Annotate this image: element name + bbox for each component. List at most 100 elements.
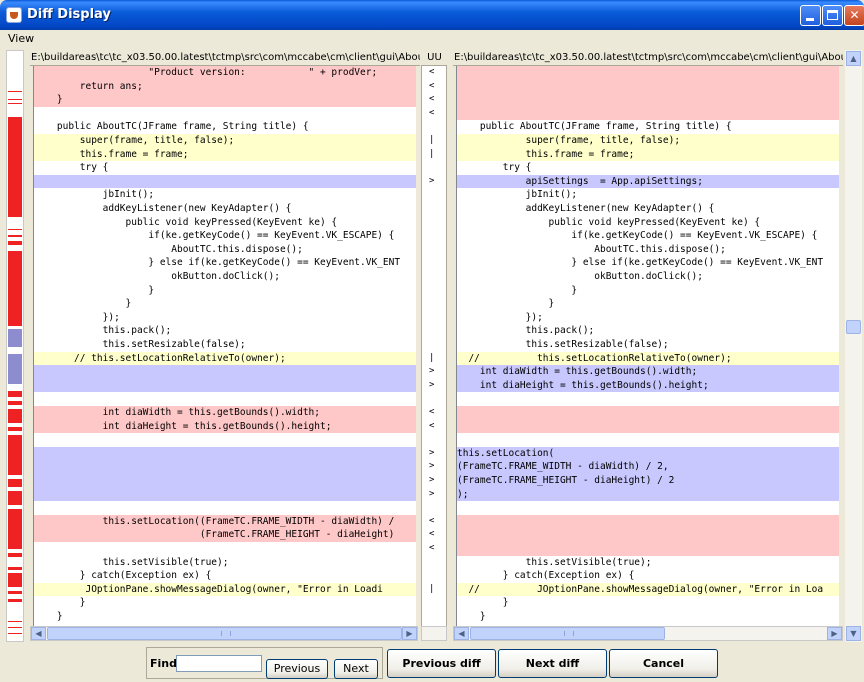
overview-mark (8, 435, 22, 475)
scroll-down-icon[interactable]: ▼ (846, 626, 861, 641)
right-code-line: public AboutTC(JFrame frame, String titl… (457, 121, 732, 133)
left-code-line: (FrameTC.FRAME_HEIGHT - diaHeight) (34, 528, 416, 542)
diff-marker: < (429, 543, 435, 553)
left-code-line (34, 460, 416, 474)
left-code-line (34, 174, 416, 189)
left-code-line: this.setVisible(true); (34, 556, 229, 568)
left-code-line: addKeyListener(new KeyAdapter() { (34, 203, 292, 214)
right-code-line: AboutTC.this.dispose(); (457, 243, 726, 255)
overview-mark (8, 553, 22, 557)
right-code-line: apiSettings = App.apiSettings; (457, 174, 839, 189)
right-code-line (457, 79, 839, 94)
overview-mark (8, 329, 22, 347)
diff-marker: < (429, 407, 435, 417)
left-scroll-thumb[interactable] (47, 627, 402, 640)
right-code-line: if(ke.getKeyCode() == KeyEvent.VK_ESCAPE… (457, 230, 818, 242)
minimize-button[interactable] (800, 5, 821, 26)
left-code-line (34, 446, 416, 461)
previous-diff-button[interactable]: Previous diff (387, 649, 496, 678)
overview-mark (8, 633, 22, 634)
left-code-line (34, 378, 416, 393)
scroll-right-icon[interactable]: ▶ (827, 627, 842, 640)
overview-mark (8, 241, 22, 245)
cancel-button[interactable]: Cancel (609, 649, 718, 678)
find-panel: Find: Previous Next (146, 647, 383, 679)
right-scroll-thumb[interactable] (470, 627, 665, 640)
overview-mark (8, 401, 22, 405)
left-code-line: int diaWidth = this.getBounds().width; (34, 406, 416, 420)
overview-mark (8, 117, 22, 217)
close-button[interactable]: ✕ (844, 5, 864, 26)
overview-mark (8, 354, 22, 384)
overview-mark (8, 99, 22, 100)
diff-overview-strip[interactable] (6, 50, 24, 642)
left-code-pane[interactable]: "Product version: " + prodVer; return an… (33, 66, 416, 626)
diff-marker: > (429, 379, 435, 390)
overview-mark (8, 591, 22, 594)
scroll-up-icon[interactable]: ▲ (846, 51, 861, 66)
overview-mark (8, 599, 22, 602)
overview-mark (8, 491, 22, 505)
right-code-line: // this.setLocationRelativeTo(owner); (457, 351, 839, 366)
right-code-line: okButton.doClick(); (457, 271, 703, 282)
scroll-left-icon[interactable]: ◀ (31, 627, 46, 640)
left-code-line: super(frame, title, false); (34, 134, 416, 148)
maximize-icon (827, 10, 838, 20)
vertical-scrollbar[interactable]: ▲ ▼ (845, 50, 862, 642)
right-code-pane[interactable]: public AboutTC(JFrame frame, String titl… (456, 66, 839, 626)
right-code-line: (FrameTC.FRAME_HEIGHT - diaHeight) / 2 (457, 474, 839, 488)
marker-horizontal-scrollbar[interactable] (421, 626, 447, 641)
overview-mark (8, 103, 22, 104)
diff-marker: | (429, 135, 435, 145)
next-button[interactable]: Next (334, 659, 378, 679)
left-code-line: this.pack(); (34, 325, 172, 337)
right-code-line (457, 392, 839, 406)
left-code-line: } (34, 298, 132, 310)
overview-mark (8, 235, 22, 237)
right-code-line (457, 433, 839, 447)
left-code-line (34, 433, 416, 447)
overview-mark (8, 479, 22, 487)
previous-button[interactable]: Previous (266, 659, 328, 679)
left-code-line: this.setLocation((FrameTC.FRAME_WIDTH - … (34, 514, 416, 529)
overview-mark (8, 391, 22, 397)
overview-mark (8, 573, 22, 587)
title-bar: Diff Display ✕ (0, 0, 864, 30)
overview-mark (8, 229, 22, 230)
scroll-right-icon[interactable]: ▶ (402, 627, 417, 640)
left-code-line: } (34, 597, 86, 609)
left-file-path: E:\buildareas\tc\tc_x03.50.00.latest\tct… (30, 50, 420, 66)
right-horizontal-scrollbar[interactable]: ◀ ▶ (453, 626, 843, 641)
left-code-line: "Product version: " + prodVer; (34, 66, 416, 80)
scroll-left-icon[interactable]: ◀ (454, 627, 469, 640)
left-code-line: AboutTC.this.dispose(); (34, 243, 303, 255)
right-code-line: this.pack(); (457, 325, 595, 337)
right-code-line: int diaHeight = this.getBounds().height; (457, 378, 839, 393)
left-code-line: this.frame = frame; (34, 147, 416, 162)
overview-mark (8, 627, 22, 628)
diff-marker: | (429, 583, 435, 594)
left-code-line: }); (34, 311, 120, 323)
right-code-line: this.setLocation( (457, 446, 839, 461)
left-code-line: } (34, 284, 155, 296)
diff-marker: < (429, 94, 435, 105)
vertical-scroll-thumb[interactable] (846, 320, 861, 334)
marker-header: UU (421, 50, 447, 66)
left-code-line (34, 501, 416, 515)
menu-view[interactable]: View (8, 32, 34, 45)
diff-marker: | (429, 148, 435, 159)
left-code-line (34, 392, 416, 406)
diff-marker: < (429, 107, 435, 118)
left-code-line: return ans; (34, 79, 416, 94)
left-code-line: JOptionPane.showMessageDialog(owner, "Er… (34, 582, 416, 597)
next-diff-button[interactable]: Next diff (498, 649, 607, 678)
maximize-button[interactable] (822, 5, 843, 26)
left-code-line: jbInit(); (34, 189, 155, 201)
left-code-line: if(ke.getKeyCode() == KeyEvent.VK_ESCAPE… (34, 230, 395, 242)
diff-marker: < (429, 80, 435, 91)
find-input[interactable] (176, 655, 262, 672)
diff-marker: | (429, 352, 435, 363)
right-code-line (457, 93, 839, 107)
left-code-line: } catch(Exception ex) { (34, 570, 212, 582)
left-horizontal-scrollbar[interactable]: ◀ ▶ (30, 626, 418, 641)
